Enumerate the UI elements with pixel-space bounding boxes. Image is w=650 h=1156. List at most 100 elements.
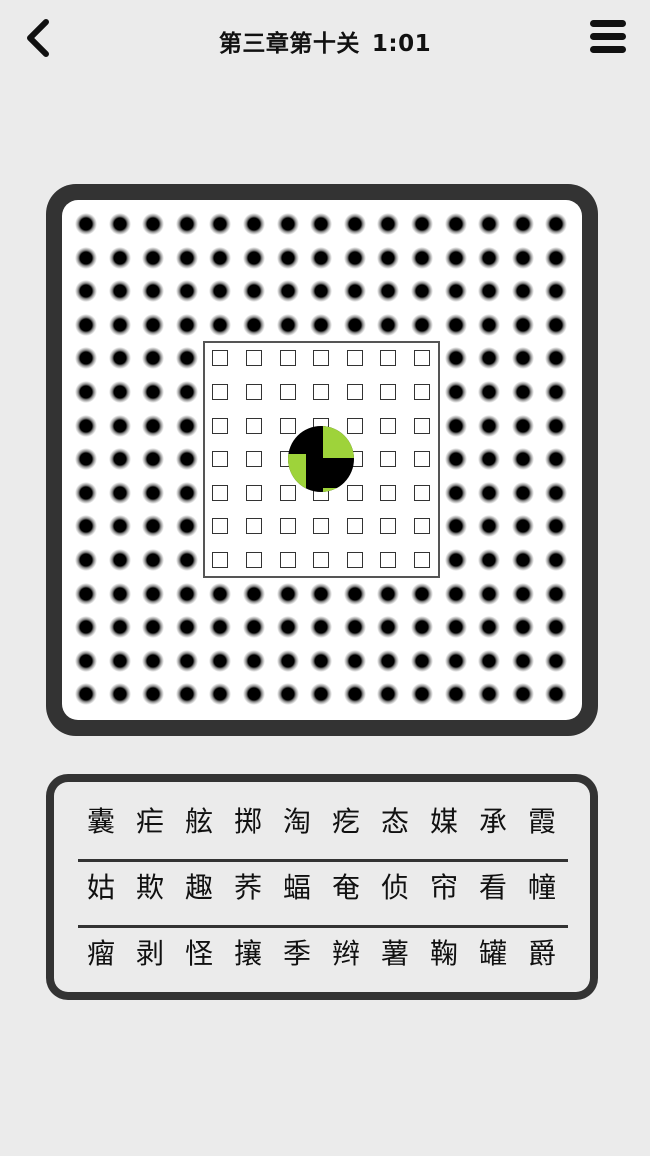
maze-hole bbox=[75, 448, 97, 471]
maze-hole bbox=[444, 616, 467, 639]
maze-hole bbox=[142, 481, 165, 504]
grid-cell bbox=[380, 417, 397, 434]
maze-hole bbox=[478, 481, 501, 504]
maze-hole bbox=[511, 616, 534, 639]
character-tile[interactable]: 疟 bbox=[126, 792, 174, 852]
maze-hole bbox=[175, 246, 198, 269]
character-tile[interactable]: 鞠 bbox=[420, 924, 468, 984]
grid-cell bbox=[346, 350, 363, 367]
grid-cell bbox=[413, 551, 430, 568]
maze-hole bbox=[243, 683, 265, 706]
maze-hole bbox=[276, 246, 299, 269]
maze-hole bbox=[209, 313, 232, 336]
character-tile[interactable]: 罐 bbox=[469, 924, 517, 984]
maze-hole bbox=[276, 313, 299, 336]
grid-cell bbox=[346, 518, 363, 535]
character-tile[interactable]: 爵 bbox=[518, 924, 566, 984]
timer: 1:01 bbox=[371, 31, 432, 57]
character-tile[interactable]: 媒 bbox=[420, 792, 468, 852]
player-ball-icon[interactable] bbox=[286, 424, 356, 494]
character-tile[interactable]: 瘤 bbox=[77, 924, 125, 984]
maze-hole bbox=[108, 448, 131, 471]
menu-button[interactable] bbox=[588, 18, 628, 56]
maze-hole bbox=[75, 481, 97, 504]
maze-hole bbox=[545, 414, 568, 437]
maze-hole bbox=[75, 381, 97, 403]
maze-hole bbox=[343, 213, 366, 235]
maze-hole bbox=[175, 414, 198, 437]
character-tile[interactable]: 薯 bbox=[371, 924, 419, 984]
maze-hole bbox=[142, 347, 165, 370]
maze-hole bbox=[478, 616, 501, 639]
maze-hole bbox=[175, 649, 198, 672]
maze-hole bbox=[175, 515, 198, 538]
maze-hole bbox=[175, 213, 198, 235]
character-tile[interactable]: 奄 bbox=[322, 858, 370, 918]
maze-hole bbox=[545, 549, 568, 571]
maze-hole bbox=[108, 213, 131, 235]
grid-cell bbox=[245, 551, 262, 568]
character-tile[interactable]: 剥 bbox=[126, 924, 174, 984]
grid-cell bbox=[313, 383, 330, 400]
maze-hole bbox=[175, 616, 198, 639]
maze-hole bbox=[142, 549, 165, 571]
maze-hole bbox=[209, 280, 232, 303]
maze-hole bbox=[310, 649, 333, 672]
maze-hole bbox=[545, 515, 568, 538]
maze-board[interactable] bbox=[62, 200, 582, 720]
maze-hole bbox=[108, 381, 131, 403]
grid-cell bbox=[212, 451, 229, 468]
grid-cell bbox=[313, 350, 330, 367]
character-tile[interactable]: 辫 bbox=[322, 924, 370, 984]
character-tile[interactable]: 侦 bbox=[371, 858, 419, 918]
maze-hole bbox=[108, 582, 131, 605]
maze-hole bbox=[511, 381, 534, 403]
grid-cell bbox=[413, 484, 430, 501]
character-tile[interactable]: 态 bbox=[371, 792, 419, 852]
maze-hole bbox=[209, 246, 232, 269]
maze-hole bbox=[243, 246, 265, 269]
maze-hole bbox=[511, 280, 534, 303]
maze-hole bbox=[343, 582, 366, 605]
grid-cell bbox=[279, 383, 296, 400]
maze-hole bbox=[75, 515, 97, 538]
character-tile[interactable]: 怪 bbox=[175, 924, 223, 984]
grid-cell bbox=[346, 551, 363, 568]
maze-hole bbox=[478, 313, 501, 336]
character-tile[interactable]: 趣 bbox=[175, 858, 223, 918]
character-tile[interactable]: 攘 bbox=[224, 924, 272, 984]
character-tile[interactable]: 霞 bbox=[518, 792, 566, 852]
character-tile[interactable]: 帘 bbox=[420, 858, 468, 918]
maze-hole bbox=[545, 649, 568, 672]
level-title-bar: 第三章第十关 1:01 bbox=[0, 24, 650, 58]
character-tile[interactable]: 淘 bbox=[273, 792, 321, 852]
character-tile[interactable]: 季 bbox=[273, 924, 321, 984]
grid-cell bbox=[380, 383, 397, 400]
maze-hole bbox=[411, 246, 433, 269]
character-tile[interactable]: 舷 bbox=[175, 792, 223, 852]
character-tile[interactable]: 荞 bbox=[224, 858, 272, 918]
grid-cell bbox=[413, 518, 430, 535]
character-tile[interactable]: 看 bbox=[469, 858, 517, 918]
character-tile[interactable]: 囊 bbox=[77, 792, 125, 852]
character-tile[interactable]: 姑 bbox=[77, 858, 125, 918]
grid-cell bbox=[380, 551, 397, 568]
maze-hole bbox=[411, 582, 433, 605]
maze-hole bbox=[142, 381, 165, 403]
maze-hole bbox=[478, 582, 501, 605]
maze-hole bbox=[142, 515, 165, 538]
character-tile[interactable]: 蝠 bbox=[273, 858, 321, 918]
maze-hole bbox=[142, 649, 165, 672]
maze-hole bbox=[545, 683, 568, 706]
character-tile[interactable]: 幢 bbox=[518, 858, 566, 918]
top-bar: 第三章第十关 1:01 bbox=[0, 0, 650, 80]
character-row: 囊疟舷掷淘疙态媒承霞 bbox=[54, 792, 590, 852]
character-tile[interactable]: 欺 bbox=[126, 858, 174, 918]
maze-hole bbox=[310, 213, 333, 235]
maze-hole bbox=[411, 213, 433, 235]
character-tile[interactable]: 疙 bbox=[322, 792, 370, 852]
maze-hole bbox=[478, 414, 501, 437]
maze-hole bbox=[343, 616, 366, 639]
character-tile[interactable]: 承 bbox=[469, 792, 517, 852]
character-tile[interactable]: 掷 bbox=[224, 792, 272, 852]
